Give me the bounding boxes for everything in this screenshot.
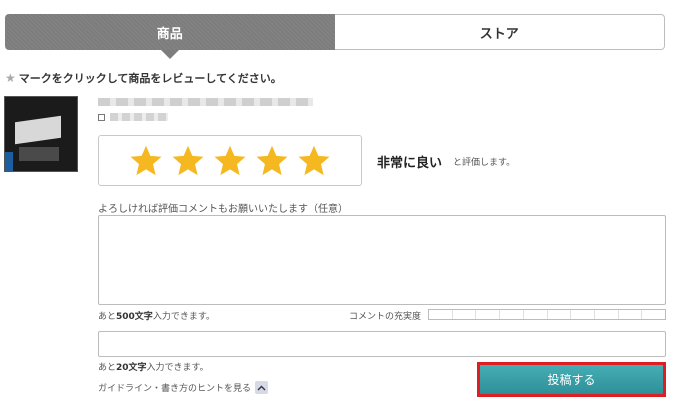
store-row (98, 113, 168, 121)
rating-star-icon[interactable] (128, 143, 164, 179)
instruction: ★ マークをクリックして商品をレビューしてください。 (5, 70, 282, 86)
comment-remaining-count: 500文字 (116, 312, 153, 322)
title-remaining-count: 20文字 (116, 363, 147, 373)
guideline-link-text: ガイドライン・書き方のヒントを見る (98, 384, 252, 394)
rating-star-icon[interactable] (296, 143, 332, 179)
product-image-box (15, 115, 61, 145)
comment-char-count: あと500文字入力できます。 (98, 309, 215, 322)
tab-store[interactable]: ストア (334, 14, 665, 50)
store-name-blurred (110, 113, 168, 121)
product-image-accent (5, 152, 13, 171)
comment-fill-meter (428, 309, 666, 320)
comment-remaining-suffix: 入力できます。 (152, 312, 215, 322)
tab-product[interactable]: 商品 (5, 14, 335, 50)
product-name-blurred (98, 98, 313, 106)
title-remaining-prefix: あと (98, 363, 117, 373)
active-tab-pointer (161, 50, 179, 59)
rating-star-icon[interactable] (170, 143, 206, 179)
comment-label: よろしければ評価コメントもお願いいたします（任意） (98, 204, 348, 215)
rating-suffix: と評価します。 (453, 158, 516, 168)
rating-star-icon[interactable] (254, 143, 290, 179)
title-remaining-suffix: 入力できます。 (146, 363, 209, 373)
store-icon (98, 113, 105, 121)
guideline-link[interactable]: ガイドライン・書き方のヒントを見る (98, 381, 269, 394)
rating-label: 非常に良い (377, 156, 443, 171)
title-char-count: あと20文字入力できます。 (98, 360, 209, 373)
star-icon: ★ (5, 71, 16, 85)
instruction-text: マークをクリックして商品をレビューしてください。 (18, 72, 282, 85)
star-rating (98, 135, 362, 186)
submit-highlight: 投稿する (477, 362, 666, 397)
review-tabs: 商品 ストア (5, 14, 665, 50)
product-image-base (19, 147, 59, 161)
product-thumbnail (4, 96, 78, 172)
comment-fill-label: コメントの充実度 (349, 312, 422, 322)
rating-star-icon[interactable] (212, 143, 248, 179)
submit-button[interactable]: 投稿する (480, 365, 663, 394)
comment-textarea[interactable] (98, 215, 666, 305)
chevron-up-icon (255, 381, 269, 394)
title-input[interactable] (98, 331, 666, 357)
comment-remaining-prefix: あと (98, 312, 117, 322)
